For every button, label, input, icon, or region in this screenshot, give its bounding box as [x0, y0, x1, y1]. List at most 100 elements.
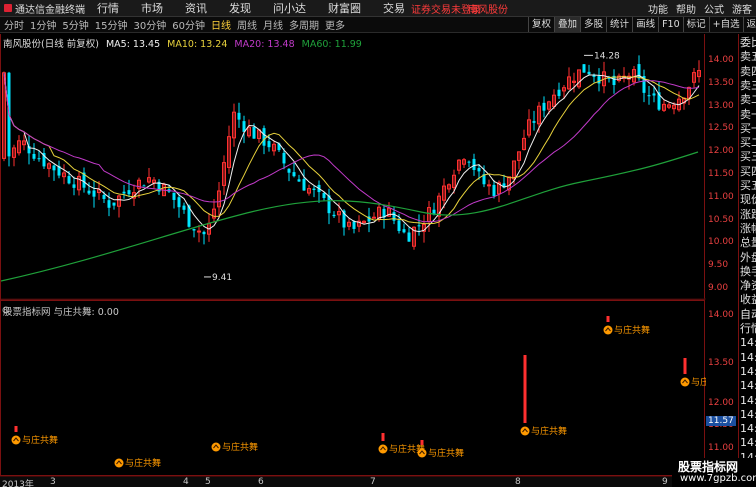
legend-ma10: MA10: 13.24	[167, 39, 228, 50]
quote-item: 14:5	[740, 393, 756, 407]
candle-body	[192, 229, 196, 231]
function-menu[interactable]: 功能	[644, 1, 672, 16]
legend-stock: 南风股份(日线 前复权)	[3, 39, 99, 50]
time-label-3: 3	[50, 477, 56, 487]
quote-item: 涨幅	[740, 221, 756, 235]
chart-tools: 复权 叠加 多股 统计 画线 F10 标记 +自选 返回	[528, 17, 756, 33]
quote-item: 14:5	[740, 407, 756, 421]
indicator-pane[interactable]: 与庄共舞 与庄共舞 与庄共舞 与庄共舞 与庄共舞 与庄共舞 与庄共舞 与庄 股票指标网 与庄共…	[0, 300, 706, 477]
candle-body	[647, 95, 651, 97]
adjust-button[interactable]: 复权	[528, 17, 554, 32]
legend-ma5: MA5: 13.45	[105, 39, 161, 50]
period-tab-5min[interactable]: 5分钟	[58, 17, 90, 32]
signal-bar	[606, 316, 610, 322]
signal-label: 与庄共舞	[531, 425, 567, 437]
period-tab-15min[interactable]: 15分钟	[91, 17, 130, 32]
top-right-menu: 功能 帮助 公式 游客	[644, 0, 756, 17]
app-title: 通达信金融终端	[0, 1, 86, 16]
overlay-button[interactable]: 叠加	[554, 17, 581, 32]
time-label-5: 5	[205, 477, 211, 487]
candle-body	[252, 126, 256, 139]
candle-body	[397, 220, 401, 231]
time-label-9: 9	[662, 477, 668, 487]
menu-item-market[interactable]: 市场	[130, 0, 174, 16]
period-tab-30min[interactable]: 30分钟	[129, 17, 168, 32]
add-watchlist-button[interactable]: +自选	[708, 17, 743, 32]
signal-bar	[420, 440, 424, 445]
indicator-chart[interactable]: 与庄共舞与庄共舞与庄共舞 与庄共舞 与庄共舞与庄共舞与庄共舞与庄	[1, 301, 706, 477]
quote-item: 卖五	[740, 50, 756, 64]
signal-label: 与庄共舞	[614, 324, 650, 336]
quote-item: 买三	[740, 150, 756, 164]
candle-body	[467, 161, 471, 163]
quote-item: 卖二	[740, 93, 756, 107]
quote-item: 卖四	[740, 64, 756, 78]
signal-bar	[381, 433, 385, 441]
candle-body	[32, 153, 36, 159]
period-tab-multi[interactable]: 多周期	[285, 17, 321, 32]
f10-button[interactable]: F10	[658, 17, 683, 32]
back-button[interactable]: 返回	[742, 17, 756, 32]
candle-body	[127, 190, 131, 195]
candle-body	[182, 205, 186, 210]
main-axis-tick: 9.00	[708, 283, 729, 293]
period-tab-weekly[interactable]: 周线	[233, 17, 259, 32]
main-axis-tick: 12.50	[708, 123, 734, 134]
candle-body	[72, 184, 76, 188]
quote-item: 买四	[740, 164, 756, 178]
candle-body	[587, 71, 591, 75]
candle-body	[312, 188, 316, 190]
menu-item-wealth[interactable]: 财富圈	[317, 0, 372, 16]
candle-body	[202, 231, 206, 235]
candle-body	[477, 168, 481, 172]
period-tab-1min[interactable]: 1分钟	[26, 17, 58, 32]
quote-item: 卖三	[740, 78, 756, 92]
signal-dot	[603, 325, 613, 335]
watermark: 股票指标网 www.7gpzb.com	[672, 458, 756, 487]
menu-item-quotes[interactable]: 行情	[86, 0, 130, 16]
current-stock-name: 南风股份	[468, 4, 508, 16]
mark-button[interactable]: 标记	[682, 17, 709, 32]
quote-item: 换手	[740, 264, 756, 278]
signal-bar	[523, 355, 527, 423]
time-label-7: 7	[370, 477, 376, 487]
candle-body	[262, 128, 266, 146]
signal-dot	[520, 426, 530, 436]
signal-label: 与庄共舞	[125, 457, 161, 469]
menu-item-ask[interactable]: 问小达	[262, 0, 317, 16]
candle-body	[582, 64, 586, 73]
period-tab-60min[interactable]: 60分钟	[168, 17, 207, 32]
main-axis-tick: 10.00	[708, 237, 734, 248]
candle-body	[142, 185, 146, 187]
menu-item-trade[interactable]: 交易	[372, 0, 416, 16]
draw-line-button[interactable]: 画线	[632, 17, 658, 32]
guest-account[interactable]: 游客	[728, 1, 756, 16]
signal-label: 与庄共舞	[428, 447, 464, 459]
quote-item: 14:5	[740, 364, 756, 378]
candlestick-pane[interactable]: 14.28 9.41 南风股份(日线 前复权) MA5: 13.45 MA10: …	[0, 34, 706, 300]
signal-dot	[680, 377, 690, 387]
statistics-button[interactable]: 统计	[606, 17, 632, 32]
period-tab-intraday[interactable]: 分时	[0, 17, 26, 32]
menu-item-discover[interactable]: 发现	[218, 0, 262, 16]
main-axis-tick: 13.50	[708, 77, 734, 88]
signal-label: 与庄共舞	[22, 434, 58, 446]
signal-dot	[114, 458, 124, 468]
candle-body	[402, 229, 406, 233]
candle-body	[87, 190, 91, 194]
high-price-label: 14.28	[594, 51, 620, 61]
period-tab-daily[interactable]: 日线	[207, 17, 233, 32]
period-tab-more[interactable]: 更多	[321, 17, 347, 32]
time-label-6: 6	[258, 477, 264, 487]
quote-item: 委比	[740, 36, 756, 49]
title-bar: 通达信金融终端 行情 市场 资讯 发现 问小达 财富圈 交易 证券交易未登录 南…	[0, 0, 756, 17]
main-legend: 南风股份(日线 前复权) MA5: 13.45 MA10: 13.24 MA20…	[3, 36, 366, 50]
formula-menu[interactable]: 公式	[700, 1, 728, 16]
candle-body	[302, 178, 306, 191]
help-menu[interactable]: 帮助	[672, 1, 700, 16]
candle-body	[532, 121, 536, 123]
period-tab-monthly[interactable]: 月线	[259, 17, 285, 32]
multi-stock-button[interactable]: 多股	[580, 17, 606, 32]
menu-item-news[interactable]: 资讯	[174, 0, 218, 16]
candlestick-chart[interactable]: 14.28 9.41	[1, 34, 706, 300]
